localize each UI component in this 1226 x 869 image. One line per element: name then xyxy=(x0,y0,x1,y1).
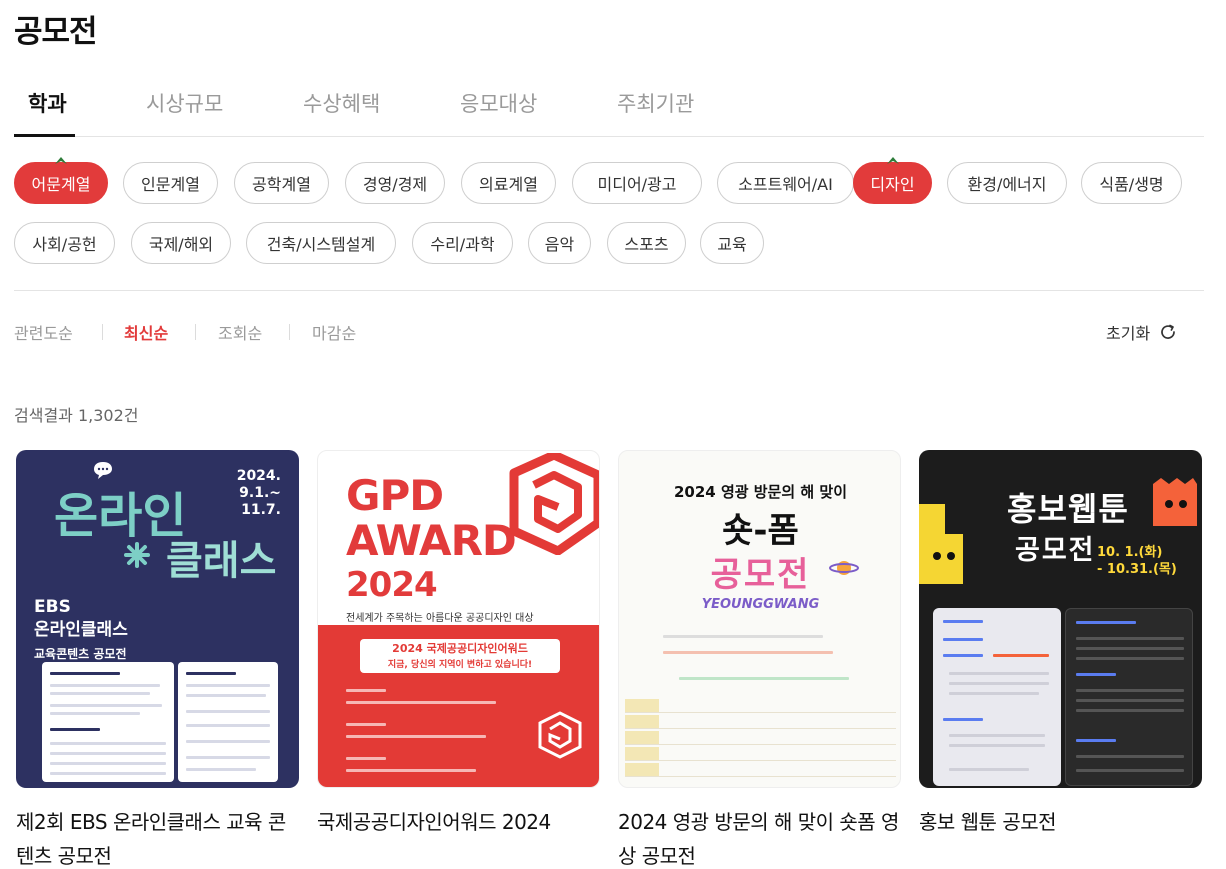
chip-math-science[interactable]: 수리/과학 xyxy=(412,222,513,264)
sort-deadline[interactable]: 마감순 xyxy=(312,320,356,344)
poster-brand: EBS 온라인클래스 교육콘텐츠 공모전 xyxy=(34,597,128,661)
contest-poster-ebs[interactable]: 2024. 9.1.~ 11.7. 온라인 클래스 EBS 온라인클래스 교육콘… xyxy=(16,450,299,788)
chip-international[interactable]: 국제/해외 xyxy=(131,222,231,264)
contest-poster-webtoon[interactable]: 홍보웹툰 공모전 10. 1.(화) - 10.31.(목) xyxy=(919,450,1202,788)
contest-poster-yeonggwang[interactable]: 2024 영광 방문의 해 맞이 숏-폼 공모전 YEOUNGGWANG xyxy=(618,450,901,788)
poster-headline: 클래스 xyxy=(166,538,277,584)
chip-label: 공학계열 xyxy=(252,175,311,194)
active-tab-indicator xyxy=(14,134,75,137)
chat-bubble-icon xyxy=(94,462,112,479)
flower-icon xyxy=(124,542,150,568)
card-title[interactable]: 홍보 웹툰 공모전 xyxy=(919,805,1202,839)
chip-music[interactable]: 음악 xyxy=(528,222,591,264)
poster-date: 10. 1.(화) - 10.31.(목) xyxy=(1097,545,1177,577)
chip-social[interactable]: 사회/공헌 xyxy=(14,222,115,264)
planet-icon xyxy=(829,561,859,575)
tab-major[interactable]: 학과 xyxy=(28,88,67,118)
page-title: 공모전 xyxy=(14,14,98,50)
chip-label: 환경/에너지 xyxy=(967,175,1047,194)
sort-views[interactable]: 조회순 xyxy=(218,320,262,344)
poster-headline: 홍보웹툰 xyxy=(1007,490,1129,528)
poster-headline: 숏-폼 xyxy=(722,511,799,551)
chip-label: 스포츠 xyxy=(624,235,669,254)
poster-info-panel xyxy=(178,662,278,782)
chip-label: 국제/해외 xyxy=(148,235,214,254)
poster-banner: 2024 국제공공디자인어워드 지금, 당신의 지역이 변하고 있습니다! xyxy=(360,639,560,673)
chip-label: 미디어/광고 xyxy=(597,175,677,194)
gpd-logo-icon xyxy=(509,453,599,555)
chip-software[interactable]: 소프트웨어/AI xyxy=(717,162,854,204)
sort-separator xyxy=(289,324,290,340)
poster-info-panel xyxy=(933,608,1061,786)
chip-environment[interactable]: 환경/에너지 xyxy=(947,162,1067,204)
chip-education[interactable]: 교육 xyxy=(700,222,764,264)
chip-label: 의료계열 xyxy=(479,175,538,194)
contest-card[interactable]: 2024 영광 방문의 해 맞이 숏-폼 공모전 YEOUNGGWANG 202… xyxy=(618,450,901,869)
poster-info-panel xyxy=(42,662,174,782)
refresh-icon xyxy=(1161,324,1176,339)
poster-info-panel xyxy=(1065,608,1193,786)
chip-label: 건축/시스템설계 xyxy=(266,235,376,254)
category-tabs: 학과 시상규모 수상혜택 응모대상 주최기관 xyxy=(14,72,1204,137)
chip-business[interactable]: 경영/경제 xyxy=(345,162,445,204)
sort-relevance[interactable]: 관련도순 xyxy=(14,320,73,344)
chip-label: 어문계열 xyxy=(31,175,91,194)
contest-poster-gpd[interactable]: GPD AWARD 2024 전세계가 주목하는 아름다운 공공디자인 대상 2… xyxy=(317,450,600,788)
chip-label: 경영/경제 xyxy=(362,175,428,194)
cube-logo-icon xyxy=(538,711,582,759)
card-title[interactable]: 제2회 EBS 온라인클래스 교육 콘텐츠 공모전 xyxy=(16,805,299,869)
sort-separator xyxy=(195,324,196,340)
poster-brand: GPD AWARD 2024 xyxy=(346,471,517,605)
leaf-icon xyxy=(886,157,899,164)
mascot-icon xyxy=(1153,478,1197,526)
result-count: 검색결과 1,302건 xyxy=(14,406,139,425)
chip-design[interactable]: 디자인 xyxy=(853,157,932,204)
chip-media[interactable]: 미디어/광고 xyxy=(572,162,702,204)
poster-heading: 2024 영광 방문의 해 맞이 xyxy=(673,483,848,501)
reset-label: 초기화 xyxy=(1106,324,1151,343)
contest-card[interactable]: 2024. 9.1.~ 11.7. 온라인 클래스 EBS 온라인클래스 교육콘… xyxy=(16,450,299,869)
contest-card[interactable]: 홍보웹툰 공모전 10. 1.(화) - 10.31.(목) 홍보 웹툰 공모전 xyxy=(919,450,1202,839)
sort-separator xyxy=(102,324,103,340)
card-title[interactable]: 2024 영광 방문의 해 맞이 숏폼 영상 공모전 xyxy=(618,805,901,869)
chip-language[interactable]: 어문계열 xyxy=(14,157,108,204)
chip-food-bio[interactable]: 식품/생명 xyxy=(1081,162,1182,204)
chip-label: 사회/공헌 xyxy=(32,235,97,254)
leaf-icon xyxy=(55,157,67,164)
poster-brand: YEOUNGGWANG xyxy=(701,597,820,612)
poster-info-table xyxy=(625,699,896,779)
poster-headline: 공모전 xyxy=(1015,535,1096,566)
chip-engineering[interactable]: 공학계열 xyxy=(234,162,329,204)
tab-host[interactable]: 주최기관 xyxy=(617,88,694,118)
chip-architecture[interactable]: 건축/시스템설계 xyxy=(246,222,396,264)
contest-card[interactable]: GPD AWARD 2024 전세계가 주목하는 아름다운 공공디자인 대상 2… xyxy=(317,450,600,839)
chip-label: 음악 xyxy=(544,235,575,254)
divider xyxy=(14,290,1204,291)
chip-sports[interactable]: 스포츠 xyxy=(607,222,686,264)
sort-latest[interactable]: 최신순 xyxy=(124,320,168,344)
tab-award-benefit[interactable]: 수상혜택 xyxy=(303,88,380,118)
chip-label: 교육 xyxy=(717,235,747,254)
chip-label: 디자인 xyxy=(870,175,915,194)
poster-subtitle: 전세계가 주목하는 아름다운 공공디자인 대상 xyxy=(346,613,534,624)
chip-label: 식품/생명 xyxy=(1099,175,1164,194)
chip-label: 수리/과학 xyxy=(430,235,495,254)
tab-eligibility[interactable]: 응모대상 xyxy=(460,88,537,118)
chip-label: 인문계열 xyxy=(141,175,200,194)
chip-label: 소프트웨어/AI xyxy=(738,175,833,194)
chip-humanities[interactable]: 인문계열 xyxy=(123,162,218,204)
poster-date: 2024. 9.1.~ 11.7. xyxy=(236,468,281,518)
reset-button[interactable]: 초기화 xyxy=(1106,320,1178,344)
chip-medical[interactable]: 의료계열 xyxy=(461,162,556,204)
card-title[interactable]: 국제공공디자인어워드 2024 xyxy=(317,805,600,839)
tab-prize-scale[interactable]: 시상규모 xyxy=(146,88,223,118)
mascot-icon xyxy=(919,504,963,584)
